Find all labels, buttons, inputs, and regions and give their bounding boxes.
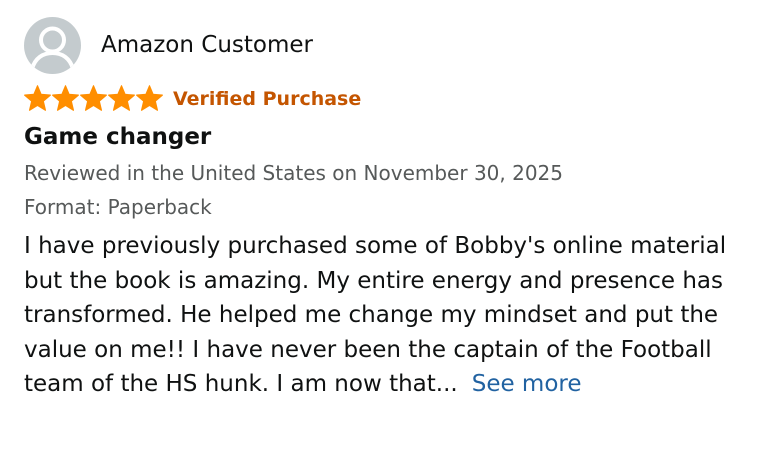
see-more-link[interactable]: See more — [472, 371, 582, 397]
verified-purchase-badge[interactable]: Verified Purchase — [173, 86, 361, 112]
star-icon — [24, 84, 51, 112]
reviewer-profile[interactable]: Amazon Customer — [24, 16, 754, 74]
star-icon — [136, 84, 163, 112]
review-card: Amazon Customer Verified Purchase Game c… — [24, 16, 754, 402]
star-icon — [80, 84, 107, 112]
reviewer-name[interactable]: Amazon Customer — [101, 30, 313, 60]
format-info: Format: Paperback — [24, 195, 212, 219]
review-body: I have previously purchased some of Bobb… — [24, 229, 754, 402]
star-rating[interactable] — [24, 84, 163, 112]
avatar[interactable] — [24, 16, 81, 74]
rating-row: Verified Purchase — [24, 83, 754, 113]
review-date: Reviewed in the United States on Novembe… — [24, 161, 564, 185]
review-title[interactable]: Game changer — [24, 122, 754, 152]
star-icon — [108, 84, 135, 112]
star-icon — [52, 84, 79, 112]
user-silhouette-icon — [30, 26, 75, 71]
review-text: I have previously purchased some of Bobb… — [24, 233, 727, 397]
